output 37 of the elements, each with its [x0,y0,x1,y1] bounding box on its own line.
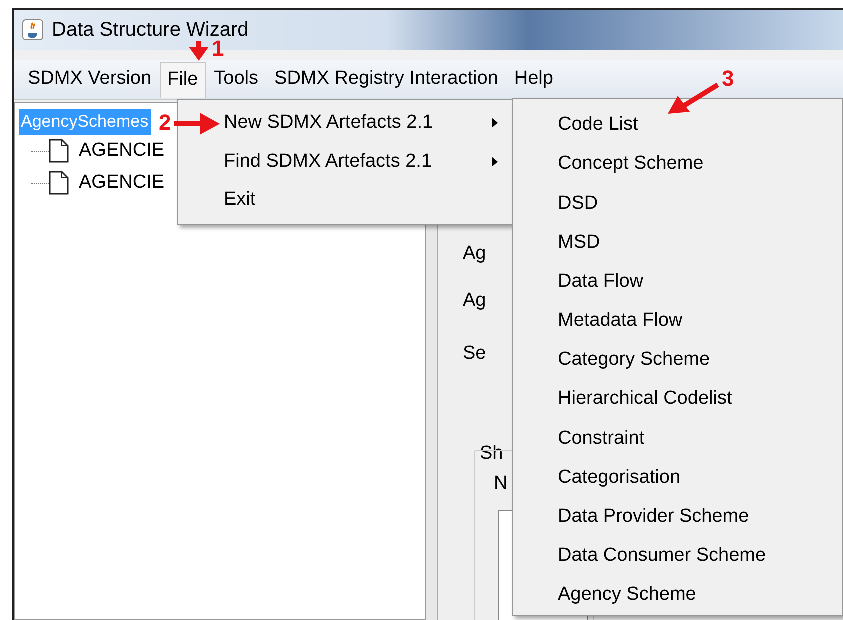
annotation-arrow [668,82,720,116]
menu-item[interactable]: Concept Scheme [513,145,842,184]
menu-item[interactable]: SDMX Version [20,62,160,98]
menu-item[interactable]: Code List [513,106,842,146]
menu-item[interactable]: Data Consumer Scheme [513,536,842,576]
menu-item[interactable]: Categorisation [513,458,842,498]
window-title: Data Structure Wizard [52,18,249,41]
menu-item[interactable]: New SDMX Artefacts 2.1 [178,104,512,143]
annotation-number: 2 [159,112,172,134]
menu-item[interactable]: MSD [513,223,842,263]
menu-item[interactable]: Category Scheme [513,340,842,380]
menu-item[interactable]: SDMX Registry Interaction [266,62,506,98]
annotation-number: 1 [212,38,224,60]
menu-item[interactable]: Tools [206,62,267,98]
menu-item[interactable]: Agency Scheme [513,576,842,616]
menu-item[interactable]: Exit [178,181,512,220]
annotation-arrow [174,112,220,136]
field-label: N [494,472,508,496]
field-label: Ag [463,242,486,266]
menu-item[interactable]: Find SDMX Artefacts 2.1 [178,142,512,182]
field-label: Ag [463,289,486,313]
menu-item[interactable]: DSD [513,184,842,224]
menu-item[interactable]: Constraint [513,419,842,458]
annotation-arrow [188,41,210,61]
tree-node[interactable]: AGENCIE [79,168,165,198]
annotation-number: 3 [722,68,734,90]
document-icon [49,139,69,163]
menu-item[interactable]: Help [506,62,562,98]
menu-item[interactable]: Metadata Flow [513,302,842,341]
tree-node[interactable]: AGENCIE [79,136,165,166]
field-label: Se [463,342,486,366]
menu-item[interactable]: Hierarchical Codelist [513,380,842,420]
menu-item[interactable]: Data Provider Scheme [513,498,842,537]
document-icon [49,171,69,195]
menu-item[interactable]: File [160,62,206,98]
java-cup-icon [22,19,44,41]
menu-item[interactable]: Data Flow [513,262,842,302]
